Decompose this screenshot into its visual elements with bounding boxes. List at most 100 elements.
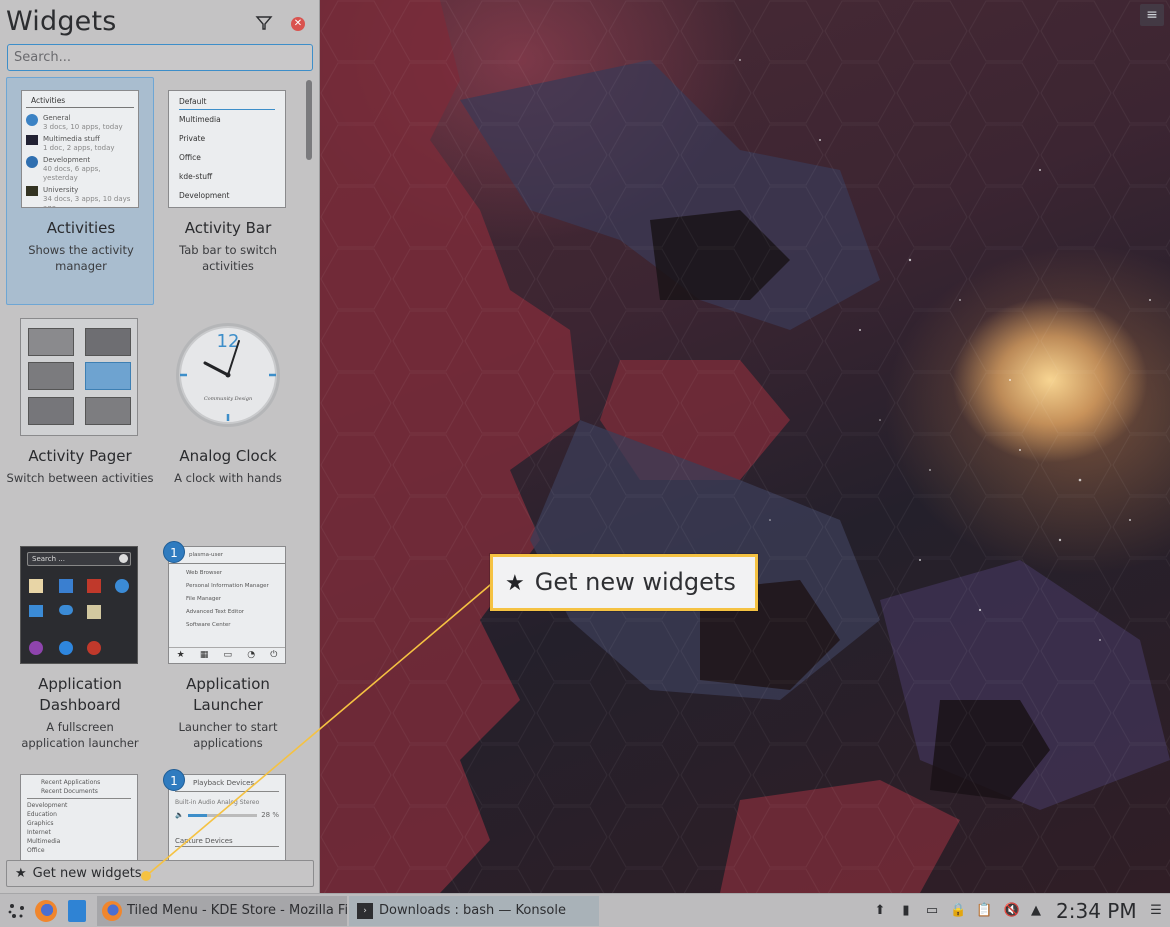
audio-title: Playback Devices (175, 779, 279, 792)
network-icon[interactable]: ▭ (922, 902, 942, 920)
thumb-text: 34 docs, 3 apps, 10 days ago (43, 195, 131, 208)
thumb-text: Development (43, 156, 91, 164)
firefox-icon[interactable] (35, 900, 57, 922)
clock[interactable]: 2:34 PM (1056, 894, 1137, 927)
launcher-item: Web Browser (186, 570, 223, 576)
widget-application-launcher[interactable]: plasma-user Web Browser Personal Informa… (154, 533, 302, 761)
task-label: Tiled Menu - KDE Store - Mozilla Fi... (127, 903, 347, 918)
file-manager-icon[interactable] (68, 900, 86, 922)
kicker-item: Multimedia (27, 838, 61, 845)
clipboard-icon[interactable]: 📋 (976, 902, 992, 920)
get-new-widgets-button[interactable]: ★ Get new widgets (6, 860, 314, 887)
thumb-text: General (43, 114, 71, 122)
dashboard-search: Search ... (27, 552, 131, 566)
compass-icon (26, 156, 38, 168)
desktop-wallpaper: ≡ (320, 0, 1170, 893)
widget-description: Shows the activity manager (28, 243, 134, 273)
analog-clock-thumbnail: 12 Community Design (176, 323, 280, 427)
widget-name: Activities (46, 219, 116, 237)
dashboard-search-text: Search ... (32, 555, 65, 563)
thumb-text: University (43, 186, 79, 194)
volume-muted-icon[interactable]: 🔇 (1002, 902, 1022, 920)
launcher-user: plasma-user (169, 547, 285, 564)
widget-application-dashboard[interactable]: Search ... Application Dashboard A fulls… (6, 533, 154, 761)
kicker-item: Recent Documents (27, 787, 131, 799)
launcher-item: Software Center (186, 622, 231, 628)
get-new-widgets-label: Get new widgets (32, 866, 142, 881)
desktop-menu-button[interactable]: ≡ (1140, 4, 1164, 26)
launcher-item: Personal Information Manager (186, 583, 269, 589)
terminal-icon: › (357, 903, 373, 919)
filter-icon[interactable] (255, 15, 273, 31)
widgets-panel: Widgets ✕ Activities General3 docs, 10 a… (0, 0, 320, 893)
widget-name: Analog Clock (179, 447, 277, 465)
activity-bar-thumbnail: Default Multimedia Private Office kde-st… (168, 90, 286, 208)
widget-name: Activity Bar (184, 219, 272, 237)
star-icon: ★ (505, 571, 525, 596)
widget-activities[interactable]: Activities General 3 docs, 10 apps, today… (6, 77, 154, 305)
widget-description: Tab bar to switch activities (179, 243, 277, 273)
widget-description: A fullscreen application launcher (21, 720, 139, 750)
widget-analog-clock[interactable]: 12 Community Design Analog Clock A clock… (154, 305, 302, 533)
launcher-item: Advanced Text Editor (186, 609, 245, 615)
widget-name: Activity Pager (28, 447, 132, 465)
widget-name: Application Dashboard (38, 675, 122, 714)
kicker-item: Graphics (27, 820, 54, 827)
globe-icon (26, 114, 38, 126)
thumb-text: 1 doc, 2 apps, today (43, 144, 115, 152)
thumb-text: Multimedia stuff (43, 135, 100, 143)
widget-activity-bar[interactable]: Default Multimedia Private Office kde-st… (154, 77, 302, 305)
close-icon[interactable]: ✕ (291, 17, 305, 31)
search-input[interactable] (7, 44, 313, 71)
count-badge: 1 (163, 769, 185, 791)
kicker-item: Education (27, 811, 57, 818)
launcher-item: File Manager (186, 596, 222, 602)
kicker-item: Recent Applications (41, 779, 101, 786)
panel-settings-icon[interactable]: ☰ (1148, 902, 1164, 920)
thumb-tab: Office (179, 153, 201, 162)
callout-label: Get new widgets (534, 568, 736, 596)
capture-heading: Capture Devices (175, 819, 279, 847)
widget-activity-pager[interactable]: Activity Pager Switch between activities (6, 305, 154, 533)
history-icon: ◔ (247, 650, 256, 660)
widget-application-menu[interactable]: Recent Applications Recent Documents Dev… (6, 761, 154, 874)
widget-audio-volume[interactable]: Playback Devices Built-in Audio Analog S… (154, 761, 302, 874)
update-icon[interactable]: ⬆ (872, 902, 888, 920)
widget-name: Application Launcher (186, 675, 270, 714)
apps-grid-icon: ▦ (199, 650, 209, 660)
star-icon: ★ (15, 866, 27, 881)
thumb-tab: Multimedia (179, 115, 221, 124)
screen: ≡ Widgets ✕ Activities General3 docs, 10… (0, 0, 1170, 927)
chevron-up-icon[interactable]: ▲ (1028, 902, 1044, 920)
dashboard-thumbnail: Search ... (20, 546, 138, 664)
thumb-tab: kde-stuff (179, 172, 213, 181)
monitor-icon (26, 135, 38, 145)
widget-description: Switch between activities (6, 471, 154, 485)
launcher-thumbnail: plasma-user Web Browser Personal Informa… (168, 546, 286, 664)
thumb-text: 3 docs, 10 apps, today (43, 123, 123, 131)
thumb-header: Activities (26, 91, 134, 108)
thumb-tab: Private (179, 134, 206, 143)
speaker-icon: 🔈 (175, 811, 184, 819)
clock-brand: Community Design (204, 396, 252, 402)
thumb-tab: Default (179, 94, 275, 110)
thumb-text: 40 docs, 6 apps, yesterday (43, 165, 101, 182)
task-firefox[interactable]: Tiled Menu - KDE Store - Mozilla Fi... (97, 896, 347, 926)
widget-description: Launcher to start applications (178, 720, 278, 750)
firefox-icon (102, 901, 122, 921)
lock-icon[interactable]: 🔒 (950, 902, 966, 920)
audio-thumbnail: Playback Devices Built-in Audio Analog S… (168, 774, 286, 874)
get-new-widgets-callout: ★ Get new widgets (490, 554, 758, 611)
task-konsole[interactable]: › Downloads : bash — Konsole (349, 896, 599, 926)
activity-pager-thumbnail (20, 318, 138, 436)
app-launcher-icon[interactable] (6, 900, 28, 922)
kicker-item: Internet (27, 829, 51, 836)
volume-percent: 28 % (261, 811, 279, 819)
scrollbar[interactable] (306, 80, 312, 160)
kicker-thumbnail: Recent Applications Recent Documents Dev… (20, 774, 138, 874)
panel-title: Widgets (6, 6, 117, 37)
widget-description: A clock with hands (174, 471, 282, 485)
usb-icon[interactable]: ▮ (898, 902, 914, 920)
volume-slider (187, 813, 258, 817)
laptop-icon (26, 186, 38, 196)
